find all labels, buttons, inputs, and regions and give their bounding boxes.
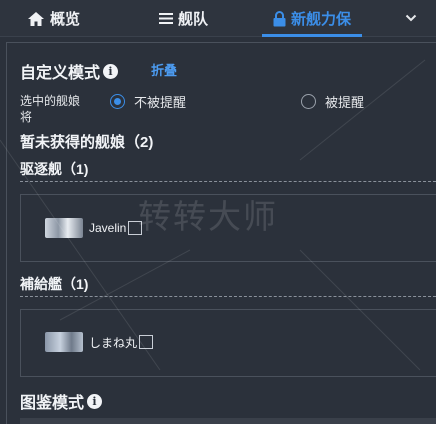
collection-mode-content	[20, 418, 436, 424]
dashed-divider	[20, 181, 436, 182]
unobtained-ships-title: 暂未获得的舰娘（2)	[20, 134, 154, 151]
custom-mode-header: 自定义模式 i	[20, 59, 119, 83]
group-title-supply: 補給艦（1)	[20, 276, 89, 292]
collapse-link[interactable]: 折叠	[151, 60, 177, 79]
app-root: 概览 舰队 新舰力保 自定义模式 i 折叠 选中的舰娘将 不被提醒 被提醒 暂未…	[0, 0, 436, 424]
chevron-down-icon[interactable]	[405, 11, 417, 29]
ship-name: しまね丸	[89, 335, 138, 350]
dashed-divider	[20, 296, 436, 297]
top-navigation: 概览 舰队 新舰力保	[0, 0, 436, 37]
tab-new-ship-guarantee[interactable]: 新舰力保	[261, 0, 363, 37]
custom-mode-title: 自定义模式	[20, 65, 101, 82]
list-icon	[159, 12, 173, 25]
radio-reminded[interactable]: 被提醒	[301, 92, 364, 111]
ship-name: Javelin	[89, 221, 127, 235]
home-icon	[27, 11, 45, 27]
radio-not-reminded-label: 不被提醒	[134, 95, 187, 110]
ship-checkbox[interactable]	[128, 221, 143, 235]
ship-item-shimanemaru[interactable]: しまね丸	[45, 332, 154, 352]
ship-avatar	[45, 218, 83, 238]
radio-dot-unchecked	[301, 94, 316, 109]
ship-checkbox[interactable]	[139, 335, 154, 349]
tab-fleet[interactable]: 舰队	[159, 0, 208, 37]
info-icon[interactable]: i	[103, 63, 119, 79]
tab-new-ship-guarantee-label: 新舰力保	[291, 11, 352, 28]
info-icon[interactable]: i	[87, 393, 103, 409]
collection-mode-header: 图鉴模式 i	[20, 389, 103, 413]
lock-icon	[273, 10, 286, 27]
radio-reminded-label: 被提醒	[325, 95, 365, 110]
tab-overview[interactable]: 概览	[27, 0, 80, 37]
radio-dot-checked	[110, 94, 125, 109]
ship-avatar	[45, 332, 83, 352]
ship-item-javelin[interactable]: Javelin	[45, 218, 143, 238]
group-title-destroyer: 驱逐舰（1)	[20, 161, 89, 177]
selected-ships-label: 选中的舰娘将	[20, 94, 81, 124]
collection-mode-title: 图鉴模式	[20, 395, 85, 412]
radio-not-reminded[interactable]: 不被提醒	[110, 92, 186, 111]
tab-overview-label: 概览	[50, 11, 81, 28]
tab-fleet-label: 舰队	[178, 11, 209, 28]
